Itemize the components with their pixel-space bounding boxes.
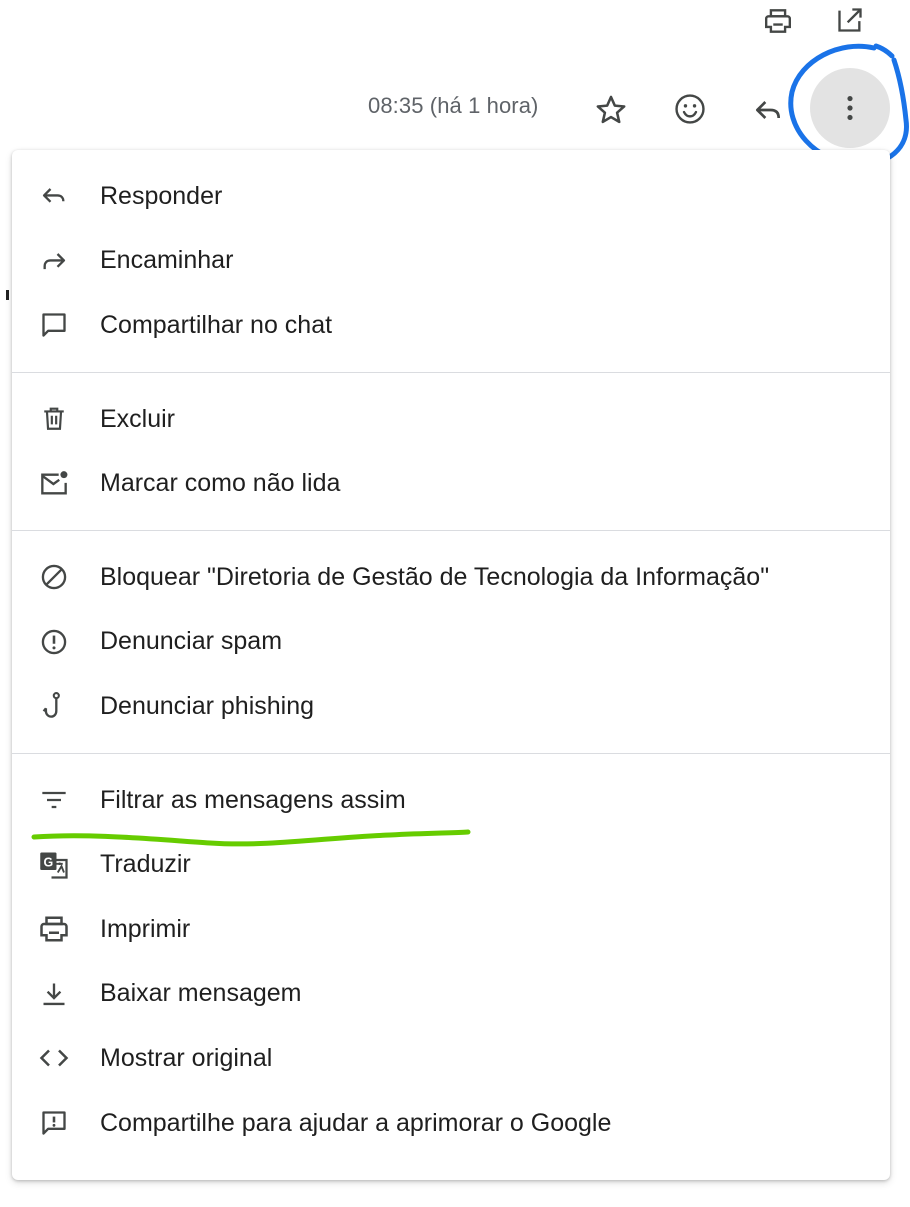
menu-item-label: Marcar como não lida [100, 469, 341, 498]
menu-item-send-feedback[interactable]: Compartilhe para ajudar a aprimorar o Go… [12, 1091, 890, 1156]
phishing-hook-icon [39, 691, 69, 721]
more-options-menu: Responder Encaminhar Compartilhar no cha… [12, 150, 890, 1180]
menu-item-translate[interactable]: G Traduzir [12, 832, 890, 897]
menu-item-label: Bloquear "Diretoria de Gestão de Tecnolo… [100, 562, 770, 591]
message-timestamp: 08:35 (há 1 hora) [368, 93, 539, 118]
menu-item-label: Denunciar spam [100, 627, 283, 656]
menu-item-label: Compartilhe para ajudar a aprimorar o Go… [100, 1108, 612, 1137]
menu-group-manage: Excluir Marcar como não lida [12, 373, 890, 530]
menu-group-tools: Filtrar as mensagens assim G Traduzir Im… [12, 754, 890, 1170]
menu-item-reply[interactable]: Responder [12, 164, 890, 229]
more-options-button[interactable] [810, 68, 890, 148]
reply-icon[interactable] [748, 90, 788, 130]
translate-icon: G [39, 850, 69, 880]
chat-bubble-icon [39, 310, 69, 340]
menu-item-share-chat[interactable]: Compartilhar no chat [12, 293, 890, 358]
reply-icon [39, 181, 69, 211]
menu-item-label: Filtrar as mensagens assim [100, 785, 406, 814]
menu-item-label: Denunciar phishing [100, 691, 315, 720]
menu-item-label: Baixar mensagem [100, 979, 302, 1008]
report-spam-icon [39, 627, 69, 657]
menu-item-label: Mostrar original [100, 1043, 273, 1072]
menu-item-label: Excluir [100, 404, 176, 433]
forward-icon [39, 246, 69, 276]
menu-item-report-phishing[interactable]: Denunciar phishing [12, 674, 890, 739]
more-vert-icon [847, 95, 853, 121]
print-icon[interactable] [760, 6, 796, 36]
emoji-icon[interactable] [668, 88, 712, 130]
menu-item-forward[interactable]: Encaminhar [12, 229, 890, 294]
stray-mark [6, 290, 9, 300]
menu-item-label: Encaminhar [100, 246, 234, 275]
download-icon [39, 979, 69, 1009]
menu-item-label: Responder [100, 181, 223, 210]
menu-item-block-sender[interactable]: Bloquear "Diretoria de Gestão de Tecnolo… [12, 545, 890, 610]
print-icon [39, 914, 69, 944]
mark-unread-icon [39, 469, 69, 499]
menu-item-show-original[interactable]: Mostrar original [12, 1026, 890, 1091]
open-in-new-window-icon[interactable] [832, 4, 868, 36]
menu-item-download-message[interactable]: Baixar mensagem [12, 962, 890, 1027]
menu-item-label: Traduzir [100, 850, 191, 879]
menu-item-filter-messages[interactable]: Filtrar as mensagens assim [12, 768, 890, 833]
code-icon [39, 1043, 69, 1073]
menu-item-report-spam[interactable]: Denunciar spam [12, 610, 890, 675]
svg-text:G: G [44, 855, 54, 869]
menu-group-reply: Responder Encaminhar Compartilhar no cha… [12, 150, 890, 372]
filter-icon [39, 785, 69, 815]
menu-item-label: Imprimir [100, 914, 191, 943]
menu-item-label: Compartilhar no chat [100, 310, 333, 339]
menu-item-delete[interactable]: Excluir [12, 387, 890, 452]
star-icon[interactable] [590, 90, 632, 130]
menu-item-print[interactable]: Imprimir [12, 897, 890, 962]
email-view: 08:35 (há 1 hora) Responder Encaminhar C… [0, 0, 910, 1207]
menu-group-report: Bloquear "Diretoria de Gestão de Tecnolo… [12, 531, 890, 753]
trash-icon [39, 404, 69, 434]
block-icon [39, 562, 69, 592]
feedback-icon [39, 1108, 69, 1138]
menu-item-mark-unread[interactable]: Marcar como não lida [12, 451, 890, 516]
